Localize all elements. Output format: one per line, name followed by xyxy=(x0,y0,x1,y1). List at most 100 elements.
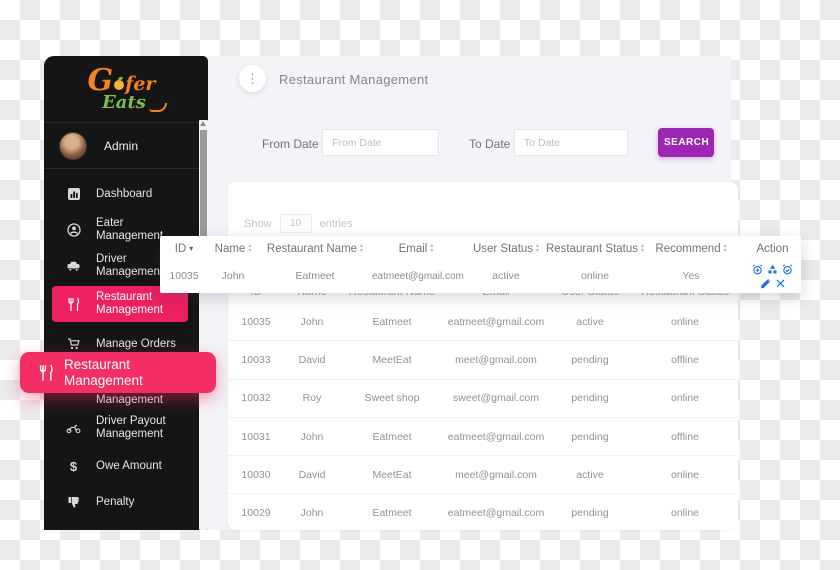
cell-email: eatmeet@gmail.com xyxy=(372,271,460,282)
from-date-label: From Date xyxy=(262,137,319,151)
sidebar-item-dashboard[interactable]: Dashboard xyxy=(52,176,188,212)
sort-icon: ▴▾ xyxy=(430,244,433,253)
scrollbar-thumb[interactable] xyxy=(200,130,207,242)
utensils-icon xyxy=(37,364,55,382)
sidebar-item-payout-management[interactable]: Management xyxy=(52,390,188,410)
column-header-id[interactable]: ID ▾ xyxy=(160,243,208,255)
sidebar-item-label: Dashboard xyxy=(96,188,152,201)
action-icons xyxy=(750,264,796,289)
search-button[interactable]: SEARCH xyxy=(658,128,714,157)
column-header-restaurant-status[interactable]: Restaurant Status ▴▾ xyxy=(552,243,638,255)
cell-user-status: active xyxy=(460,270,552,282)
overlay-header-row: ID ▾ Name ▴▾ Restaurant Name ▴▾ Email ▴▾… xyxy=(160,236,801,261)
fruit-o-icon xyxy=(114,80,124,90)
cell-email: sweet@gmail.com xyxy=(444,392,548,404)
column-header-email[interactable]: Email ▴▾ xyxy=(372,243,460,255)
floating-row-overlay: ID ▾ Name ▴▾ Restaurant Name ▴▾ Email ▴▾… xyxy=(160,236,801,293)
edit-icon[interactable] xyxy=(760,278,771,289)
sort-icon: ▴▾ xyxy=(248,244,251,253)
cell-restaurant: MeetEat xyxy=(340,354,444,366)
cell-id: 10032 xyxy=(228,392,284,404)
sidebar: Gfer Eats Admin Dashboard Eater Manageme… xyxy=(44,56,208,530)
cell-user-status: pending xyxy=(548,507,632,519)
cell-name: David xyxy=(284,354,340,366)
alarm-check-icon[interactable] xyxy=(782,264,793,275)
sidebar-scrollbar[interactable] xyxy=(199,120,208,530)
to-date-input[interactable] xyxy=(514,129,628,156)
table-row: 10033 David MeetEat meet@gmail.com pendi… xyxy=(228,340,738,378)
cell-id: 10031 xyxy=(228,431,284,443)
kebab-menu-button[interactable]: ⋮ xyxy=(239,65,266,92)
cell-user-status: active xyxy=(548,469,632,481)
cell-email: meet@gmail.com xyxy=(444,469,548,481)
bar-chart-icon xyxy=(66,187,81,202)
hierarchy-icon[interactable] xyxy=(767,264,778,275)
column-header-restaurant-name[interactable]: Restaurant Name ▴▾ xyxy=(258,243,372,255)
sidebar-item-label: Penalty xyxy=(96,496,134,509)
page-title: Restaurant Management xyxy=(279,72,428,87)
motorbike-icon xyxy=(66,421,81,436)
admin-profile[interactable]: Admin xyxy=(44,124,199,168)
logo-text-eats: Eats xyxy=(102,92,146,113)
cell-restaurant-status: online xyxy=(632,392,738,404)
column-header-action: Action xyxy=(744,243,801,255)
cell-restaurant-status: online xyxy=(632,469,738,481)
cell-email: eatmeet@gmail.com xyxy=(444,431,548,443)
sort-desc-icon: ▾ xyxy=(189,244,193,253)
column-header-name[interactable]: Name ▴▾ xyxy=(208,243,258,255)
drag-chip-label: Restaurant Management xyxy=(64,357,204,389)
cell-restaurant-status: offline xyxy=(632,431,738,443)
cell-email: meet@gmail.com xyxy=(444,354,548,366)
cell-restaurant-status: online xyxy=(632,507,738,519)
cell-name: John xyxy=(284,507,340,519)
sidebar-item-label: Owe Amount xyxy=(96,460,162,473)
cell-id: 10033 xyxy=(228,354,284,366)
cell-user-status: active xyxy=(548,316,632,328)
entries-label: entries xyxy=(320,218,353,230)
cell-id: 10030 xyxy=(228,469,284,481)
cell-name: David xyxy=(284,469,340,481)
cell-id: 10035 xyxy=(228,316,284,328)
admin-name: Admin xyxy=(104,139,138,153)
sidebar-item-owe-amount[interactable]: $ Owe Amount xyxy=(52,448,188,484)
cell-user-status: pending xyxy=(548,431,632,443)
car-icon xyxy=(66,259,81,274)
cart-icon xyxy=(66,337,81,352)
kebab-icon: ⋮ xyxy=(246,71,259,87)
table-row: 10030 David MeetEat meet@gmail.com activ… xyxy=(228,455,738,493)
thumbs-down-icon xyxy=(66,495,81,510)
page-size-select[interactable]: 10 xyxy=(280,214,312,233)
sidebar-item-penalty[interactable]: Penalty xyxy=(52,484,188,520)
cell-restaurant: Eatmeet xyxy=(340,431,444,443)
delete-icon[interactable] xyxy=(775,278,786,289)
restaurant-table-card: Show 10 entries ID Name Restaurant Name … xyxy=(228,182,738,530)
sidebar-item-driver-payout-management[interactable]: Driver Payout Management xyxy=(52,408,188,448)
cell-user-status: pending xyxy=(548,354,632,366)
show-label: Show xyxy=(244,218,272,230)
dollar-icon: $ xyxy=(66,459,81,474)
cell-id: 10029 xyxy=(228,507,284,519)
sidebar-item-label: Restaurant Management xyxy=(96,291,172,317)
column-header-recommend[interactable]: Recommend ▴▾ xyxy=(638,243,744,255)
cell-restaurant-status: online xyxy=(552,270,638,282)
table-row: 10032 Roy Sweet shop sweet@gmail.com pen… xyxy=(228,379,738,417)
table-body: 10035 John Eatmeet eatmeet@gmail.com act… xyxy=(228,303,738,532)
sidebar-item-label: Driver Payout Management xyxy=(96,415,172,441)
cell-restaurant: Sweet shop xyxy=(340,392,444,404)
utensils-icon xyxy=(66,297,81,312)
alarm-add-icon[interactable] xyxy=(752,264,763,275)
sidebar-item-label: Manage Orders xyxy=(96,338,176,351)
sort-icon: ▴▾ xyxy=(724,244,727,253)
recommend-link[interactable]: Yes xyxy=(638,270,744,282)
cell-name: John xyxy=(284,316,340,328)
cell-name: John xyxy=(208,270,258,282)
scroll-up-arrow-icon[interactable] xyxy=(200,121,206,126)
from-date-input[interactable] xyxy=(322,129,439,156)
cell-restaurant: Eatmeet xyxy=(258,270,372,282)
cell-restaurant: Eatmeet xyxy=(340,316,444,328)
show-entries-control: Show 10 entries xyxy=(244,214,353,233)
cell-email: eatmeet@gmail.com xyxy=(444,507,548,519)
overlay-data-row: 10035 John Eatmeet eatmeet@gmail.com act… xyxy=(160,261,801,291)
column-header-user-status[interactable]: User Status ▴▾ xyxy=(460,243,552,255)
restaurant-management-drag-chip[interactable]: Restaurant Management xyxy=(20,352,216,393)
